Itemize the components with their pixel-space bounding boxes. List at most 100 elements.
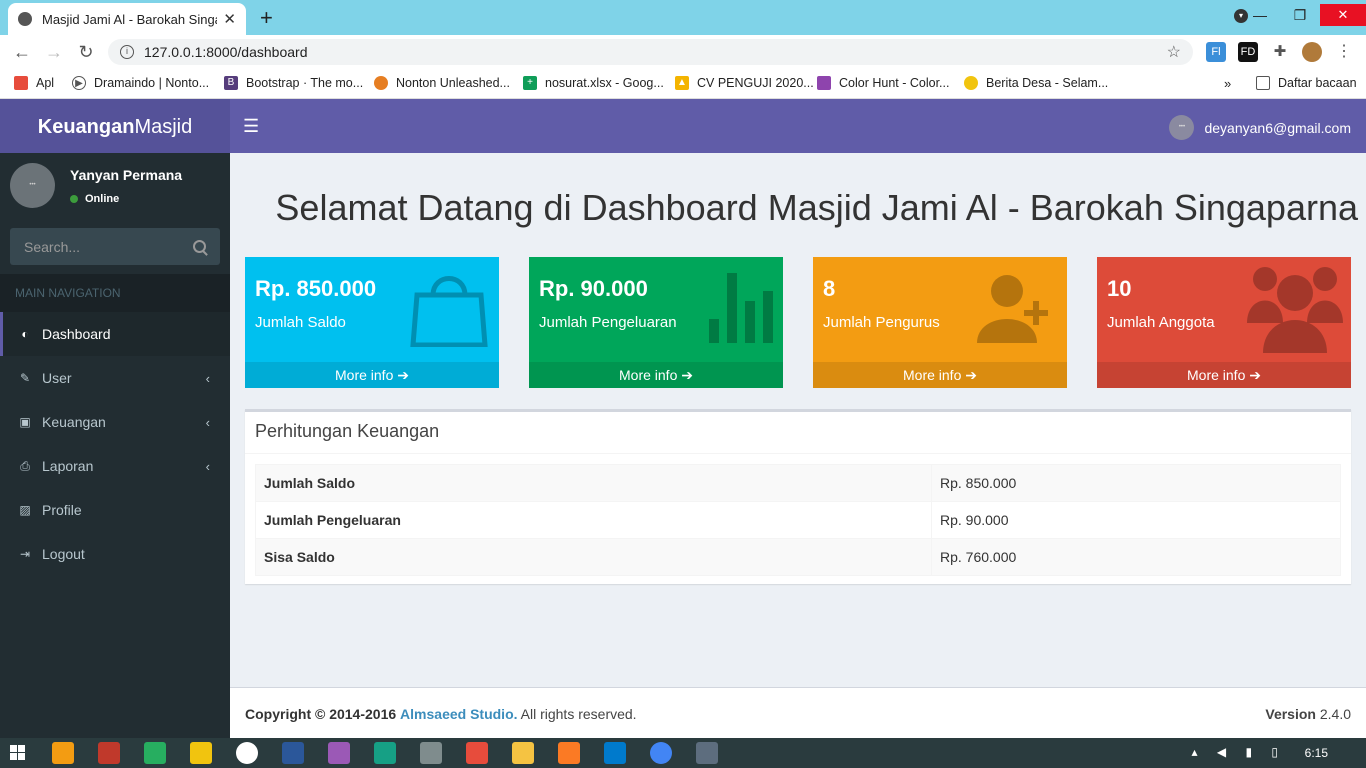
browser-tab[interactable]: Masjid Jami Al - Barokah Singaparna ✕ xyxy=(8,3,246,35)
reading-list[interactable]: Daftar bacaan xyxy=(1256,76,1357,90)
minimize-button[interactable]: — xyxy=(1240,7,1280,23)
box-value: Rp. 850.000 xyxy=(255,276,377,301)
reading-list-icon xyxy=(1256,76,1270,90)
sidebar-item-user[interactable]: ✎ User ‹ xyxy=(0,356,230,400)
browser-menu-icon[interactable]: ⋮ xyxy=(1334,42,1354,62)
sidebar: ••• Yanyan Permana Online Search... MAIN… xyxy=(0,153,230,738)
xampp-icon[interactable] xyxy=(558,742,580,764)
search-placeholder: Search... xyxy=(24,238,81,255)
browser-toolbar: ← → ↻ i 127.0.0.1:8000/dashboard ☆ Fl FD… xyxy=(0,35,1366,69)
extension-fi-icon[interactable]: Fl xyxy=(1206,42,1226,62)
arrow-circle-right-icon: ➔ xyxy=(681,367,693,383)
print-icon: ⎙ xyxy=(20,458,30,473)
sidebar-menu: ◐ Dashboard ✎ User ‹ ▣ Keuangan ‹ ⎙ Laporan ‹ ▨… xyxy=(0,312,230,576)
footer: Copyright © 2014-2016 Almsaeed Studio. A… xyxy=(230,687,1366,738)
app-icon[interactable] xyxy=(696,742,718,764)
file-explorer-icon[interactable] xyxy=(512,742,534,764)
forward-button[interactable]: → xyxy=(38,42,70,63)
tab-title: Masjid Jami Al - Barokah Singaparna xyxy=(42,11,217,27)
windows-start-icon[interactable] xyxy=(10,745,26,761)
info-icon[interactable]: i xyxy=(120,45,134,59)
more-info-link[interactable]: More info ➔ xyxy=(529,362,783,388)
search-input[interactable]: Search... xyxy=(10,228,220,265)
profile-avatar-icon[interactable] xyxy=(1302,42,1322,62)
bookmark-dramaindo[interactable]: ▶ Dramaindo | Nonto... xyxy=(72,76,209,90)
user-name: Yanyan Permana xyxy=(70,167,183,183)
more-info-link[interactable]: More info ➔ xyxy=(1097,362,1351,388)
search-icon[interactable] xyxy=(193,240,206,253)
user-menu[interactable]: ••• deyanyan6@gmail.com xyxy=(1169,115,1351,140)
box-label: Jumlah Anggota xyxy=(1107,314,1215,331)
bookmark-nonton[interactable]: Nonton Unleashed... xyxy=(374,76,510,90)
sign-out-icon: ⇥ xyxy=(19,547,31,561)
extensions-puzzle-icon[interactable]: ✚ xyxy=(1270,42,1290,62)
edit-icon: ✎ xyxy=(19,371,31,385)
box-value: Rp. 90.000 xyxy=(539,276,648,301)
sublime-icon[interactable] xyxy=(52,742,74,764)
finance-panel: Perhitungan Keuangan Jumlah Saldo Rp. 850… xyxy=(245,409,1351,584)
app-icon[interactable] xyxy=(98,742,120,764)
app-icon[interactable] xyxy=(328,742,350,764)
word-icon[interactable] xyxy=(282,742,304,764)
more-info-link[interactable]: More info ➔ xyxy=(245,362,499,388)
bookmark-bootstrap[interactable]: B Bootstrap · The mo... xyxy=(224,76,363,90)
sidebar-item-dashboard[interactable]: ◐ Dashboard xyxy=(0,312,230,356)
arrow-circle-right-icon: ➔ xyxy=(397,367,409,383)
arrow-circle-right-icon: ➔ xyxy=(965,367,977,383)
back-button[interactable]: ← xyxy=(6,42,38,63)
app-logo[interactable]: KeuanganMasjid xyxy=(0,99,230,153)
sidebar-item-keuangan[interactable]: ▣ Keuangan ‹ xyxy=(0,400,230,444)
sidebar-toggle-icon[interactable]: ☰ xyxy=(243,116,259,137)
more-info-link[interactable]: More info ➔ xyxy=(813,362,1067,388)
info-box-pengurus: 8 Jumlah Pengurus More info ➔ xyxy=(813,257,1067,388)
app-icon[interactable] xyxy=(190,742,212,764)
extension-fd-icon[interactable]: FD xyxy=(1238,42,1258,62)
color-hunt-icon xyxy=(817,76,831,90)
company-link[interactable]: Almsaeed Studio. xyxy=(400,706,517,722)
url-text[interactable]: 127.0.0.1:8000/dashboard xyxy=(144,44,1167,60)
browser-tab-strip: Masjid Jami Al - Barokah Singaparna ✕ + … xyxy=(0,0,1366,35)
status-indicator: Online xyxy=(70,193,119,205)
bookmark-apps[interactable]: Apl xyxy=(14,76,54,90)
info-box-anggota: 10 Jumlah Anggota More info ➔ xyxy=(1097,257,1351,388)
finance-table: Jumlah Saldo Rp. 850.000 Jumlah Pengeluar… xyxy=(255,464,1341,576)
address-bar[interactable]: i 127.0.0.1:8000/dashboard ☆ xyxy=(108,39,1193,65)
online-dot-icon xyxy=(70,195,78,203)
apps-grid-icon xyxy=(14,76,28,90)
bookmark-cv-penguji[interactable]: ▲ CV PENGUJI 2020... xyxy=(675,76,814,90)
app-icon[interactable] xyxy=(466,742,488,764)
info-box-saldo: Rp. 850.000 Jumlah Saldo More info ➔ xyxy=(245,257,499,388)
page-title: Selamat Datang di Dashboard Masjid Jami … xyxy=(275,187,1358,228)
close-tab-icon[interactable]: ✕ xyxy=(223,10,236,28)
app-icon[interactable] xyxy=(236,742,258,764)
reload-button[interactable]: ↻ xyxy=(70,42,102,63)
sidebar-item-profile[interactable]: ▨ Profile xyxy=(0,488,230,532)
system-tray[interactable]: ▴ ◀ ▮ ▯ xyxy=(1192,745,1286,759)
arrow-circle-right-icon: ➔ xyxy=(1249,367,1261,383)
colorful-logo-icon xyxy=(374,76,388,90)
chrome-icon[interactable] xyxy=(650,742,672,764)
maximize-button[interactable]: ❐ xyxy=(1280,7,1320,24)
table-row: Jumlah Pengeluaran Rp. 90.000 xyxy=(255,501,1341,539)
close-window-button[interactable]: ✕ xyxy=(1320,4,1366,26)
user-email: deyanyan6@gmail.com xyxy=(1204,119,1351,136)
bookmark-nosurat[interactable]: + nosurat.xlsx - Goog... xyxy=(523,76,664,90)
app-icon[interactable] xyxy=(374,742,396,764)
clock[interactable]: 6:15 xyxy=(1305,746,1328,760)
more-bookmarks-icon[interactable]: » xyxy=(1224,76,1231,91)
notepad-icon[interactable] xyxy=(420,742,442,764)
new-tab-button[interactable]: + xyxy=(260,5,273,31)
bookmark-berita-desa[interactable]: Berita Desa - Selam... xyxy=(964,76,1108,90)
vscode-icon[interactable] xyxy=(604,742,626,764)
table-cell-value: Rp. 850.000 xyxy=(931,464,1341,502)
bookmark-star-icon[interactable]: ☆ xyxy=(1167,42,1181,62)
app-icon[interactable] xyxy=(144,742,166,764)
table-row: Jumlah Saldo Rp. 850.000 xyxy=(255,464,1341,502)
sidebar-item-logout[interactable]: ⇥ Logout xyxy=(0,532,230,576)
avatar: ••• xyxy=(10,163,55,208)
sidebar-item-laporan[interactable]: ⎙ Laporan ‹ xyxy=(0,444,230,488)
bookmark-color-hunt[interactable]: Color Hunt - Color... xyxy=(817,76,949,90)
chevron-left-icon: ‹ xyxy=(205,370,210,386)
image-icon: ▨ xyxy=(19,503,31,517)
main-content: Selamat Datang di Dashboard Masjid Jami … xyxy=(230,153,1366,687)
